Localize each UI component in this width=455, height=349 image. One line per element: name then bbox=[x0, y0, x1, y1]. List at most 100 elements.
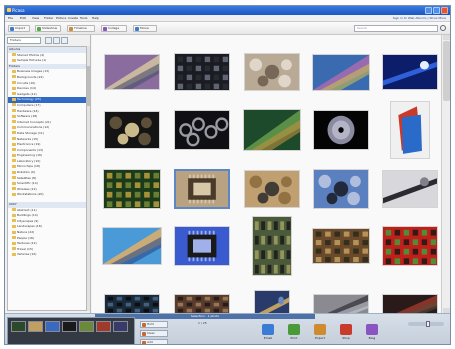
tray-thumbnail[interactable] bbox=[28, 321, 43, 332]
tree-item-label: Wireless (12) bbox=[17, 186, 37, 191]
minimize-button[interactable] bbox=[425, 7, 432, 14]
tree-item-label: Scientific (14) bbox=[17, 181, 38, 186]
photo-image bbox=[175, 111, 229, 149]
photo-thumbnail[interactable] bbox=[174, 110, 230, 150]
menu-create[interactable]: Create bbox=[68, 16, 78, 20]
tray-thumbnail[interactable] bbox=[113, 321, 128, 332]
photo-thumbnail[interactable] bbox=[244, 53, 300, 91]
photo-thumbnail[interactable] bbox=[313, 294, 369, 313]
close-button[interactable] bbox=[441, 7, 448, 14]
photo-thumbnail[interactable] bbox=[174, 226, 230, 266]
folder-icon bbox=[12, 120, 16, 124]
photo-thumbnail[interactable] bbox=[252, 216, 292, 276]
folder-icon bbox=[12, 159, 16, 163]
photo-thumbnail[interactable] bbox=[174, 294, 230, 313]
folder-icon bbox=[12, 53, 16, 57]
search-icon[interactable] bbox=[440, 25, 446, 31]
hold-icon bbox=[142, 323, 146, 327]
photo-thumbnail[interactable] bbox=[382, 226, 438, 266]
tray-thumbnail[interactable] bbox=[11, 321, 26, 332]
maximize-button[interactable] bbox=[433, 7, 440, 14]
photo-thumbnail[interactable] bbox=[382, 54, 438, 90]
menu-tools[interactable]: Tools bbox=[80, 16, 87, 20]
collapse-icon[interactable] bbox=[61, 37, 68, 44]
menu-bar: Sign in to Web Albums | Show More File Ed… bbox=[5, 15, 450, 22]
photo-thumbnail[interactable] bbox=[104, 54, 160, 90]
add-button[interactable]: Add bbox=[140, 339, 168, 344]
sidebar-scrollbar[interactable] bbox=[87, 46, 90, 311]
shop-icon bbox=[340, 324, 352, 335]
photo-thumbnail[interactable] bbox=[390, 101, 430, 159]
photo-thumbnail[interactable] bbox=[174, 53, 230, 91]
tree-item-label: Workstations (20) bbox=[17, 192, 44, 197]
zoom-slider[interactable] bbox=[408, 321, 444, 327]
photo-thumbnail[interactable] bbox=[254, 290, 290, 313]
tray-action-label: Hold bbox=[147, 322, 154, 326]
tray-thumbnail[interactable] bbox=[79, 321, 94, 332]
menu-help[interactable]: Help bbox=[92, 16, 99, 20]
folder-icon bbox=[12, 92, 16, 96]
tray-thumbnail[interactable] bbox=[62, 321, 77, 332]
grid-scroll-thumb[interactable] bbox=[443, 41, 450, 101]
folder-icon bbox=[12, 241, 16, 245]
photo-thumbnail[interactable] bbox=[244, 170, 300, 208]
photo-thumbnail[interactable] bbox=[382, 294, 438, 313]
menu-file[interactable]: File bbox=[8, 16, 13, 20]
zoom-slider-knob[interactable] bbox=[426, 321, 430, 327]
photo-thumbnail[interactable] bbox=[102, 227, 162, 265]
slideshow-button[interactable]: Slideshow bbox=[35, 25, 61, 32]
tree-item-label: Internet Concepts (21) bbox=[17, 119, 51, 124]
tree-item-label: Microchips (18) bbox=[17, 164, 41, 169]
blog-tool-button[interactable]: Blog bbox=[361, 322, 383, 344]
timeline-button[interactable]: Timeline bbox=[67, 25, 95, 32]
sidebar-scroll-thumb[interactable] bbox=[87, 66, 90, 106]
photo-thumbnail[interactable] bbox=[243, 109, 301, 151]
photo-thumbnail[interactable] bbox=[104, 294, 160, 313]
menu-picture[interactable]: Picture bbox=[56, 16, 66, 20]
photo-thumbnail[interactable] bbox=[103, 169, 161, 209]
photo-thumbnail[interactable] bbox=[382, 170, 438, 208]
folder-icon bbox=[12, 176, 16, 180]
photo-image bbox=[175, 54, 229, 90]
import-button[interactable]: Import bbox=[8, 25, 30, 32]
folder-icon bbox=[12, 213, 16, 217]
list-view-icon[interactable] bbox=[45, 37, 52, 44]
blog-icon bbox=[366, 324, 378, 335]
photo-thumbnail[interactable] bbox=[312, 228, 370, 264]
photo-image bbox=[176, 171, 228, 207]
tree-folder-item[interactable]: Vehicles (10) bbox=[8, 252, 86, 258]
menu-view[interactable]: View bbox=[32, 16, 39, 20]
photo-image bbox=[255, 291, 289, 313]
search-input[interactable]: Search bbox=[354, 25, 438, 32]
menu-edit[interactable]: Edit bbox=[20, 16, 26, 20]
photo-thumbnail[interactable] bbox=[174, 169, 230, 209]
tree-item-label: Devices (14) bbox=[17, 86, 36, 91]
tree-item-label: Technology (25) bbox=[17, 97, 41, 102]
photo-image bbox=[244, 110, 300, 150]
print-tool-button[interactable]: Print bbox=[283, 322, 305, 344]
folder-view-select[interactable]: Folders bbox=[7, 37, 41, 44]
grid-scrollbar[interactable] bbox=[441, 35, 450, 313]
shop-tool-button[interactable]: Shop bbox=[335, 322, 357, 344]
folder-icon bbox=[12, 153, 16, 157]
movie-button[interactable]: Movie bbox=[133, 25, 157, 32]
export-tool-button[interactable]: Export bbox=[309, 322, 331, 344]
photo-thumbnail[interactable] bbox=[313, 110, 369, 150]
collage-button[interactable]: Collage bbox=[101, 25, 127, 32]
tree-item-label: Hardware (14) bbox=[17, 108, 39, 113]
clear-button[interactable]: Clear bbox=[140, 330, 168, 337]
tray-thumbnail[interactable] bbox=[45, 321, 60, 332]
photo-thumbnail[interactable] bbox=[312, 53, 370, 91]
hold-button[interactable]: Hold bbox=[140, 321, 168, 328]
tray-action-label: Add bbox=[147, 340, 153, 344]
email-tool-button[interactable]: Email bbox=[257, 322, 279, 344]
photo-thumbnail[interactable] bbox=[313, 169, 369, 209]
title-bar[interactable]: Picasa bbox=[5, 6, 450, 15]
folder-icon bbox=[12, 208, 16, 212]
tree-view-icon[interactable] bbox=[53, 37, 60, 44]
account-links[interactable]: Sign in to Web Albums | Show More bbox=[393, 16, 446, 20]
photo-thumbnail[interactable] bbox=[104, 111, 160, 149]
tray-thumbnail[interactable] bbox=[96, 321, 111, 332]
scroll-up-arrow[interactable] bbox=[443, 35, 450, 40]
menu-folder[interactable]: Folder bbox=[44, 16, 53, 20]
